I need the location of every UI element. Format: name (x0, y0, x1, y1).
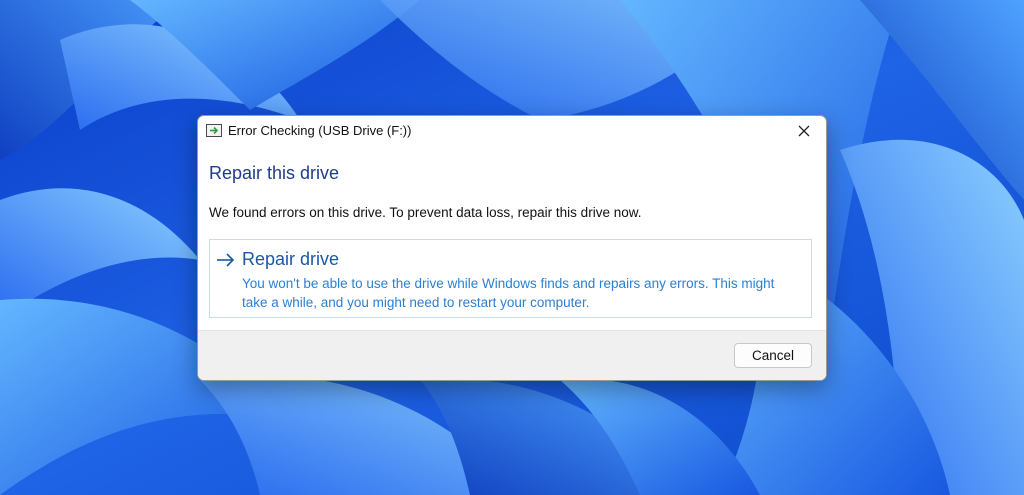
arrow-right-icon (217, 253, 235, 267)
dialog-footer: Cancel (198, 330, 826, 380)
dialog-message: We found errors on this drive. To preven… (209, 205, 642, 220)
dialog-heading: Repair this drive (209, 163, 340, 183)
dialog-title: Error Checking (USB Drive (F:)) (228, 123, 412, 138)
repair-drive-description: You won't be able to use the drive while… (242, 276, 775, 310)
close-icon (798, 125, 810, 137)
drive-check-icon (206, 124, 222, 137)
repair-drive-title: Repair drive (242, 249, 340, 269)
repair-drive-link[interactable]: Repair drive You won't be able to use th… (209, 239, 812, 318)
close-button[interactable] (782, 116, 826, 146)
title-bar: Error Checking (USB Drive (F:)) (198, 116, 826, 146)
cancel-button[interactable]: Cancel (734, 343, 812, 368)
error-checking-dialog: Error Checking (USB Drive (F:)) Repair t… (197, 115, 827, 381)
